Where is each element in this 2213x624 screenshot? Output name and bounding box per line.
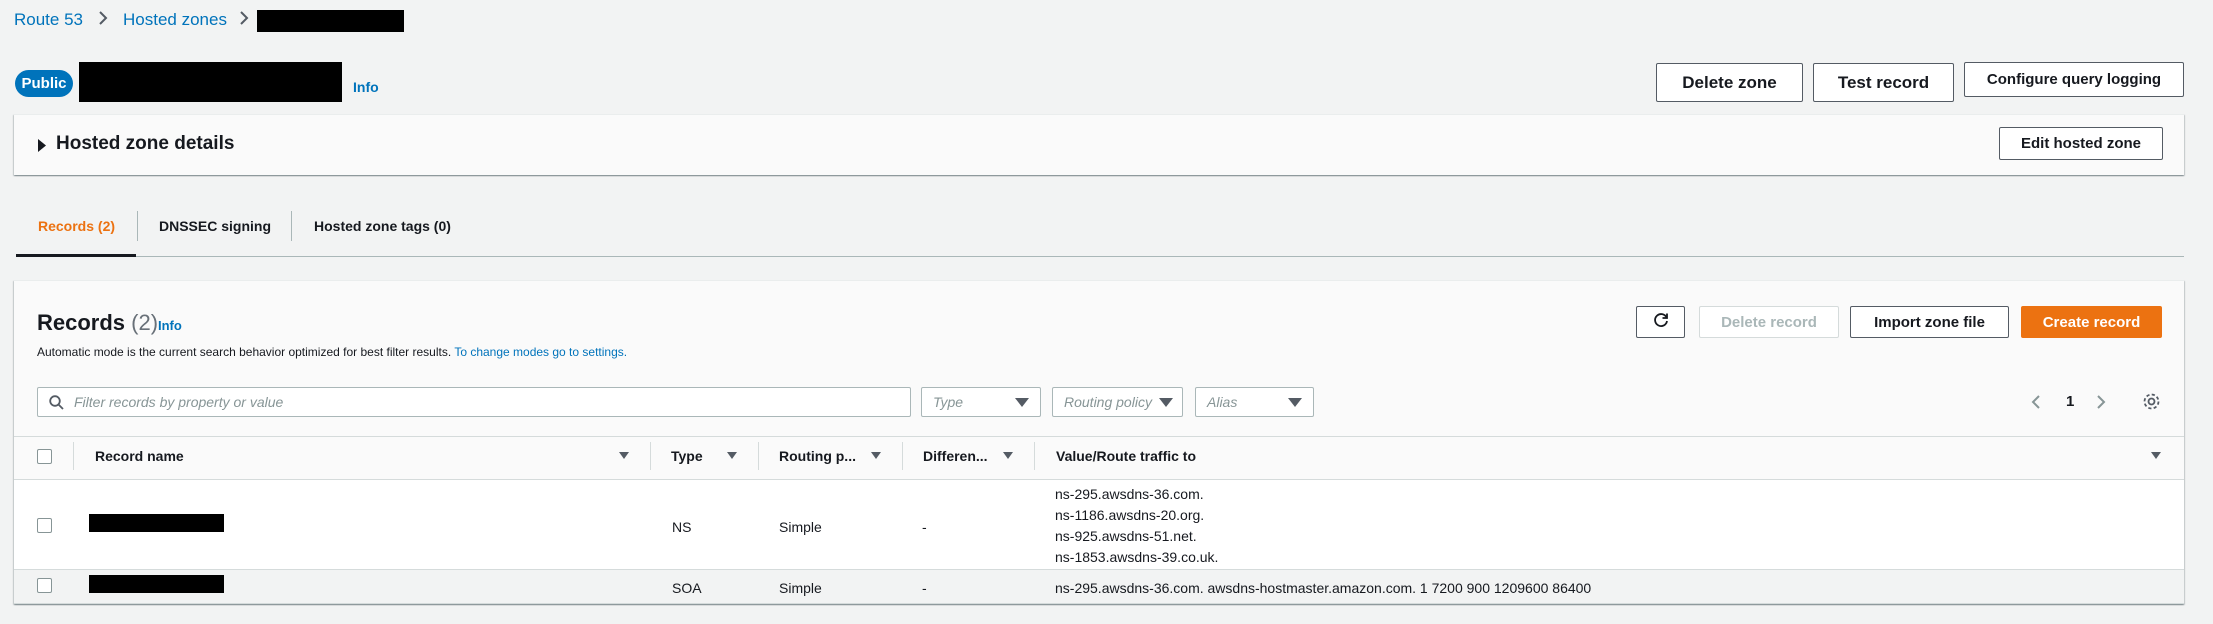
record-routing: Simple — [779, 519, 822, 535]
chevron-right-icon — [238, 9, 250, 32]
column-separator — [650, 442, 651, 470]
records-count: (2) — [131, 310, 159, 335]
record-value-line: ns-295.awsdns-36.com. — [1055, 486, 1204, 502]
create-record-button[interactable]: Create record — [2021, 306, 2162, 338]
type-select[interactable]: Type — [921, 387, 1041, 417]
record-value-line: ns-925.awsdns-51.net. — [1055, 528, 1197, 544]
caret-right-icon[interactable] — [37, 139, 47, 157]
record-values: ns-295.awsdns-36.com. ns-1186.awsdns-20.… — [1055, 484, 1218, 568]
edit-hosted-zone-button[interactable]: Edit hosted zone — [1999, 127, 2163, 160]
tab-hosted-zone-tags[interactable]: Hosted zone tags (0) — [314, 218, 451, 234]
search-mode-text: Automatic mode is the current search beh… — [37, 345, 452, 359]
zone-name-redacted — [79, 62, 342, 102]
test-record-button[interactable]: Test record — [1813, 63, 1954, 102]
zone-info-link[interactable]: Info — [353, 79, 379, 95]
delete-record-button[interactable]: Delete record — [1699, 306, 1839, 338]
column-header-type[interactable]: Type — [671, 448, 703, 464]
record-name-redacted — [89, 514, 224, 532]
records-description: Automatic mode is the current search beh… — [37, 345, 627, 359]
tab-divider — [291, 211, 292, 241]
select-all-checkbox[interactable] — [37, 449, 52, 464]
column-header-differentiator[interactable]: Differen... — [923, 448, 988, 464]
gear-icon[interactable] — [2142, 392, 2161, 416]
record-routing: Simple — [779, 580, 822, 596]
configure-query-logging-button[interactable]: Configure query logging — [1964, 62, 2184, 97]
sort-caret-icon[interactable] — [1003, 452, 1013, 459]
routing-policy-select[interactable]: Routing policy — [1052, 387, 1183, 417]
chevron-left-icon[interactable] — [2030, 393, 2042, 416]
active-tab-indicator — [16, 254, 136, 257]
column-header-value[interactable]: Value/Route traffic to — [1056, 448, 1196, 464]
column-separator — [1034, 442, 1035, 470]
refresh-icon — [1652, 311, 1670, 334]
breadcrumb-zone-name-redacted — [257, 10, 404, 32]
record-differentiator: - — [922, 519, 927, 535]
caret-down-icon — [1159, 398, 1173, 407]
type-select-placeholder: Type — [933, 394, 964, 410]
column-separator — [73, 442, 74, 470]
row-checkbox[interactable] — [37, 518, 52, 533]
sort-caret-icon[interactable] — [871, 452, 881, 459]
records-title-text: Records — [37, 310, 126, 335]
chevron-right-icon[interactable] — [2095, 393, 2107, 416]
record-value-line: ns-295.awsdns-36.com. awsdns-hostmaster.… — [1055, 580, 1592, 596]
refresh-button[interactable] — [1636, 306, 1685, 338]
breadcrumb-route53[interactable]: Route 53 — [14, 10, 83, 30]
records-title: Records (2) — [37, 310, 158, 336]
tab-dnssec-signing[interactable]: DNSSEC signing — [159, 218, 271, 234]
column-separator — [758, 442, 759, 470]
tab-records[interactable]: Records (2) — [38, 218, 115, 234]
row-checkbox[interactable] — [37, 578, 52, 593]
hosted-zone-details-panel: Hosted zone details Edit hosted zone — [14, 114, 2184, 175]
caret-down-icon — [1015, 398, 1029, 407]
record-name-redacted — [89, 575, 224, 593]
alias-select[interactable]: Alias — [1195, 387, 1314, 417]
record-type: SOA — [672, 580, 702, 596]
search-icon — [49, 395, 64, 415]
record-type: NS — [672, 519, 692, 535]
sort-caret-icon[interactable] — [2151, 452, 2161, 459]
filter-records-input[interactable]: Filter records by property or value — [37, 387, 911, 417]
pagination-page[interactable]: 1 — [2066, 393, 2074, 410]
filter-placeholder: Filter records by property or value — [74, 394, 284, 410]
tab-divider — [137, 211, 138, 241]
sort-caret-icon[interactable] — [619, 452, 629, 459]
chevron-right-icon — [97, 9, 109, 32]
alias-select-placeholder: Alias — [1207, 394, 1238, 410]
record-value-line: ns-1853.awsdns-39.co.uk. — [1055, 549, 1219, 565]
record-differentiator: - — [922, 580, 927, 596]
routing-policy-select-placeholder: Routing policy — [1064, 394, 1152, 410]
sort-caret-icon[interactable] — [727, 452, 737, 459]
breadcrumb-hosted-zones[interactable]: Hosted zones — [123, 10, 227, 30]
record-value-line: ns-1186.awsdns-20.org. — [1055, 507, 1205, 523]
caret-down-icon — [1288, 398, 1302, 407]
delete-zone-button[interactable]: Delete zone — [1656, 63, 1803, 102]
column-separator — [902, 442, 903, 470]
settings-link[interactable]: To change modes go to settings. — [454, 345, 627, 359]
column-header-routing-policy[interactable]: Routing p... — [779, 448, 856, 464]
hosted-zone-details-title[interactable]: Hosted zone details — [56, 133, 234, 155]
import-zone-file-button[interactable]: Import zone file — [1850, 306, 2009, 338]
records-info-link[interactable]: Info — [158, 318, 182, 333]
tabs-underline — [16, 256, 2184, 257]
public-badge: Public — [15, 70, 73, 97]
column-header-record-name[interactable]: Record name — [95, 448, 184, 464]
